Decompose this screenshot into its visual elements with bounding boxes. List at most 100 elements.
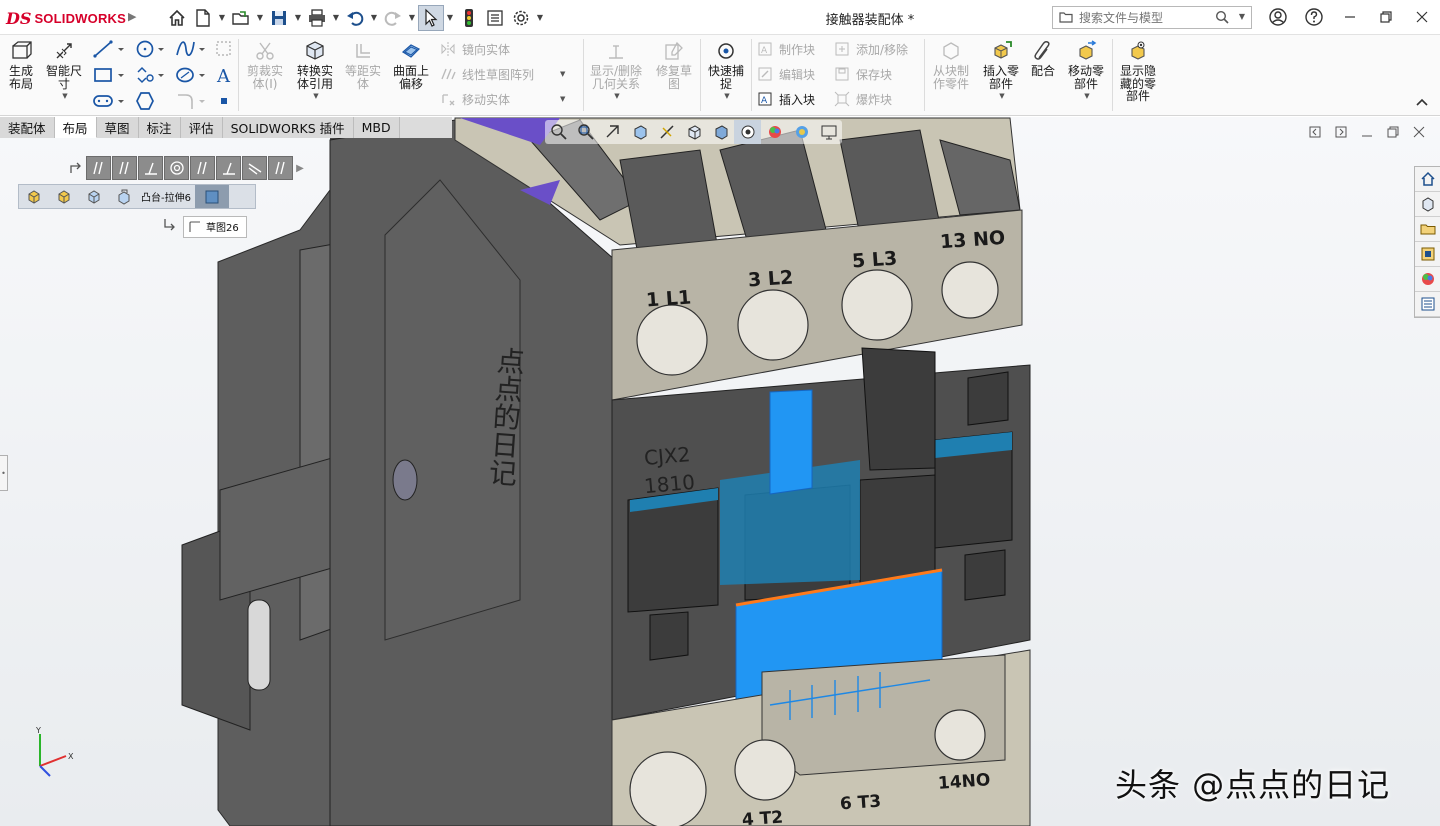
print-dropdown-icon[interactable]: ▼ xyxy=(330,5,342,31)
help-icon[interactable] xyxy=(1296,3,1332,31)
new-dropdown-icon[interactable]: ▼ xyxy=(216,5,228,31)
hide-show-items-icon[interactable] xyxy=(734,120,761,144)
solidworks-logo[interactable]: DS SOLIDWORKS xyxy=(6,8,126,28)
view-palette-icon[interactable] xyxy=(1415,242,1440,267)
show-hidden-components-button[interactable]: 显示隐 藏的零 部件 xyxy=(1116,39,1160,103)
viewport-next-icon[interactable] xyxy=(1328,122,1354,142)
search-box[interactable]: ▼ xyxy=(1052,6,1252,29)
close-icon[interactable] xyxy=(1404,3,1440,31)
slot-tool-icon[interactable] xyxy=(134,64,166,89)
breadcrumb-arrow-icon[interactable] xyxy=(66,161,86,175)
feature-extrude-icon[interactable] xyxy=(109,185,139,208)
relation-parallel-3-icon[interactable] xyxy=(190,156,215,180)
save-dropdown-icon[interactable]: ▼ xyxy=(292,5,304,31)
relation-perpendicular-2-icon[interactable] xyxy=(216,156,241,180)
file-explorer-icon[interactable] xyxy=(1415,217,1440,242)
circle-tool-icon[interactable] xyxy=(134,38,166,63)
viewport-prev-icon[interactable] xyxy=(1302,122,1328,142)
move-component-dropdown-icon[interactable]: ▼ xyxy=(1084,90,1089,103)
relation-collinear-icon[interactable] xyxy=(242,156,267,180)
assembly-root-icon[interactable] xyxy=(19,185,49,208)
insert-components-dropdown-icon[interactable]: ▼ xyxy=(999,90,1004,103)
mate-button[interactable]: 配合 xyxy=(1028,39,1058,78)
tab-mbd[interactable]: MBD xyxy=(353,117,400,138)
breadcrumb-sketch-item[interactable]: 草图26 xyxy=(183,215,247,238)
section-view-icon[interactable] xyxy=(626,120,653,144)
generate-layout-button[interactable]: 生成 布局 xyxy=(4,39,38,90)
save-icon[interactable] xyxy=(266,5,292,31)
view-settings-icon[interactable] xyxy=(815,120,842,144)
undo-icon[interactable] xyxy=(342,5,368,31)
dynamic-annotation-icon[interactable] xyxy=(653,120,680,144)
open-folder-icon[interactable] xyxy=(228,5,254,31)
previous-view-icon[interactable] xyxy=(599,120,626,144)
restore-icon[interactable] xyxy=(1368,3,1404,31)
tab-addins[interactable]: SOLIDWORKS 插件 xyxy=(222,117,354,138)
zoom-to-area-icon[interactable] xyxy=(572,120,599,144)
search-icon[interactable] xyxy=(1215,10,1229,27)
smart-dimension-button[interactable]: 智能尺 寸 ▼ xyxy=(42,39,86,103)
spline-tool-icon[interactable] xyxy=(174,38,206,63)
tab-assembly[interactable]: 装配体 xyxy=(0,117,55,138)
relation-parallel-4-icon[interactable] xyxy=(268,156,293,180)
tab-markup[interactable]: 标注 xyxy=(138,117,181,138)
rectangle-tool-icon[interactable] xyxy=(92,64,124,89)
convert-dropdown-icon[interactable]: ▼ xyxy=(313,90,318,103)
edit-appearance-icon[interactable] xyxy=(761,120,788,144)
insert-block-button[interactable]: A 插入块 xyxy=(755,88,815,110)
print-icon[interactable] xyxy=(304,5,330,31)
open-dropdown-icon[interactable]: ▼ xyxy=(254,5,266,31)
zoom-to-fit-icon[interactable] xyxy=(545,120,572,144)
home-icon[interactable] xyxy=(164,5,190,31)
undo-dropdown-icon[interactable]: ▼ xyxy=(368,5,380,31)
apply-scene-icon[interactable] xyxy=(788,120,815,144)
menu-expand-icon[interactable]: ▶ xyxy=(128,10,136,23)
relation-perpendicular-icon[interactable] xyxy=(138,156,163,180)
breadcrumb-feature-label[interactable]: 凸台-拉伸6 xyxy=(141,189,191,204)
account-icon[interactable] xyxy=(1260,3,1296,31)
feature-manager-expand-handle[interactable]: • xyxy=(0,455,8,491)
solidworks-resources-home-icon[interactable] xyxy=(1415,167,1440,192)
options-dropdown-icon[interactable]: ▼ xyxy=(534,5,546,31)
viewport-restore-icon[interactable] xyxy=(1380,122,1406,142)
breadcrumb-selected-face-icon[interactable] xyxy=(194,185,229,208)
options-gear-icon[interactable] xyxy=(508,5,534,31)
tab-evaluate[interactable]: 评估 xyxy=(180,117,223,138)
design-library-icon[interactable] xyxy=(1415,192,1440,217)
view-orientation-icon[interactable] xyxy=(680,120,707,144)
text-tool-icon[interactable]: A xyxy=(214,64,234,89)
viewport-minimize-icon[interactable] xyxy=(1354,122,1380,142)
insert-components-button[interactable]: 插入零 部件 ▼ xyxy=(978,39,1024,103)
convert-entities-button[interactable]: 转换实 体引用 ▼ xyxy=(292,39,338,103)
search-input[interactable] xyxy=(1077,9,1227,26)
collapse-ribbon-icon[interactable] xyxy=(1416,96,1428,109)
ellipse-tool-icon[interactable] xyxy=(174,64,206,89)
display-style-icon[interactable] xyxy=(707,120,734,144)
rebuild-traffic-light-icon[interactable] xyxy=(456,5,482,31)
straight-slot-tool-icon[interactable] xyxy=(92,90,124,115)
new-document-icon[interactable] xyxy=(190,5,216,31)
quick-snaps-button[interactable]: 快速捕 捉 ▼ xyxy=(704,39,748,103)
minimize-icon[interactable] xyxy=(1332,3,1368,31)
line-tool-icon[interactable] xyxy=(92,38,124,63)
move-component-button[interactable]: 移动零 部件 ▼ xyxy=(1064,39,1108,103)
relation-parallel-2-icon[interactable] xyxy=(112,156,137,180)
select-dropdown-icon[interactable]: ▼ xyxy=(444,5,456,31)
file-properties-icon[interactable] xyxy=(482,5,508,31)
viewport-close-icon[interactable] xyxy=(1406,122,1432,142)
highlight-plunger[interactable] xyxy=(769,389,813,495)
tab-layout[interactable]: 布局 xyxy=(54,117,97,138)
relation-parallel-icon[interactable] xyxy=(86,156,111,180)
breadcrumb-more-icon[interactable]: ▶ xyxy=(294,163,306,174)
polygon-tool-icon[interactable] xyxy=(134,90,156,115)
subassembly-icon[interactable] xyxy=(49,185,79,208)
smart-dimension-dropdown-icon[interactable]: ▼ xyxy=(62,90,67,103)
custom-properties-icon[interactable] xyxy=(1415,292,1440,317)
part-icon[interactable] xyxy=(79,185,109,208)
point-tool-icon[interactable] xyxy=(218,94,230,111)
relation-concentric-icon[interactable] xyxy=(164,156,189,180)
quick-snaps-dropdown-icon[interactable]: ▼ xyxy=(724,90,729,103)
offset-on-surface-button[interactable]: 曲面上 偏移 xyxy=(390,39,432,90)
search-dropdown-icon[interactable]: ▼ xyxy=(1239,12,1245,21)
tab-sketch[interactable]: 草图 xyxy=(96,117,139,138)
